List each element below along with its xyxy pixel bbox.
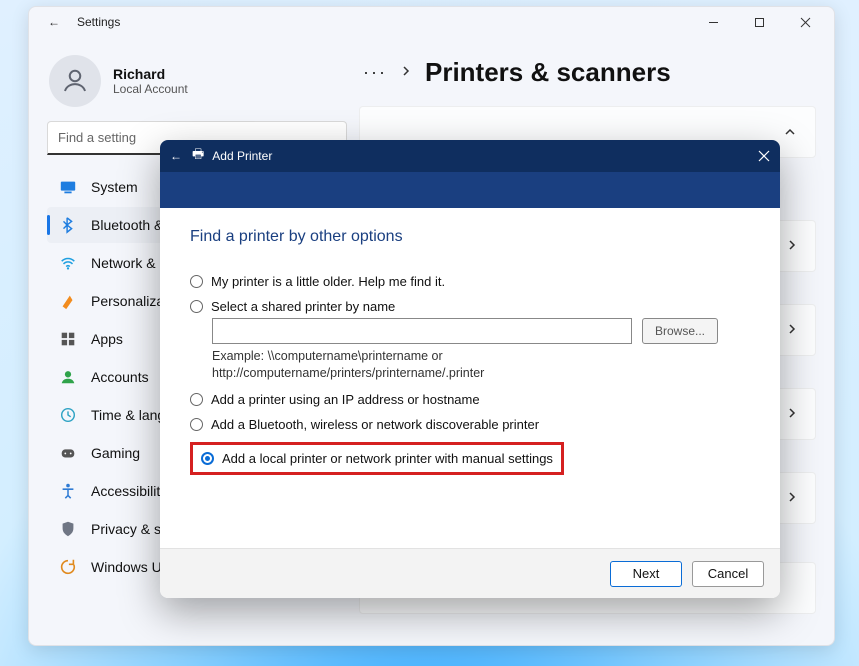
highlighted-option: Add a local printer or network printer w… (190, 442, 564, 475)
chevron-right-icon (787, 490, 797, 506)
chevron-up-icon (783, 125, 797, 139)
dialog-active-bar (160, 172, 780, 208)
sidebar-item-label: Apps (91, 331, 123, 347)
option-ip-address-label: Add a printer using an IP address or hos… (211, 392, 480, 407)
page-title: Printers & scanners (425, 57, 671, 88)
browse-button[interactable]: Browse... (642, 318, 718, 344)
accounts-icon (59, 368, 77, 386)
privacy-icon (59, 520, 77, 538)
sidebar-item-label: Accessibility (91, 483, 167, 499)
sidebar-item-label: Accounts (91, 369, 149, 385)
option-older-printer-label: My printer is a little older. Help me fi… (211, 274, 445, 289)
sidebar-item-label: Bluetooth & (91, 217, 163, 233)
system-icon (59, 178, 77, 196)
avatar (49, 55, 101, 107)
dialog-titlebar: ← 🖶 Add Printer (160, 140, 780, 172)
chevron-right-icon (787, 322, 797, 338)
bluetooth-icon (59, 216, 77, 234)
option-bluetooth-wireless[interactable]: Add a Bluetooth, wireless or network dis… (190, 417, 750, 432)
titlebar: ← Settings (29, 7, 834, 37)
personal-icon (59, 292, 77, 310)
sidebar-item-label: Network & i (91, 255, 163, 271)
breadcrumb-more[interactable]: ··· (363, 62, 387, 83)
option-older-printer[interactable]: My printer is a little older. Help me fi… (190, 274, 750, 289)
radio-icon[interactable] (190, 275, 203, 288)
shared-example-text: Example: \\computername\printername or h… (212, 348, 750, 382)
radio-icon[interactable] (190, 300, 203, 313)
chevron-right-icon (401, 64, 411, 82)
search-placeholder: Find a setting (58, 130, 136, 145)
breadcrumb: ··· Printers & scanners (359, 57, 816, 88)
back-button[interactable]: ← (43, 15, 65, 29)
dialog-heading: Find a printer by other options (190, 228, 750, 246)
window-title: Settings (77, 15, 120, 29)
radio-icon[interactable] (190, 418, 203, 431)
apps-icon (59, 330, 77, 348)
option-local-manual[interactable]: Add a local printer or network printer w… (201, 451, 553, 466)
sidebar-item-label: Privacy & se (91, 521, 169, 537)
sidebar-item-label: Gaming (91, 445, 140, 461)
gaming-icon (59, 444, 77, 462)
wifi-icon (59, 254, 77, 272)
cancel-button[interactable]: Cancel (692, 561, 764, 587)
option-shared-printer[interactable]: Select a shared printer by name (190, 299, 750, 314)
dialog-body: Find a printer by other options My print… (160, 208, 780, 548)
radio-icon[interactable] (190, 393, 203, 406)
dialog-title: Add Printer (212, 149, 272, 163)
add-printer-dialog: ← 🖶 Add Printer Find a printer by other … (160, 140, 780, 598)
option-shared-printer-label: Select a shared printer by name (211, 299, 395, 314)
chevron-right-icon (787, 238, 797, 254)
access-icon (59, 482, 77, 500)
time-icon (59, 406, 77, 424)
sidebar-item-label: System (91, 179, 138, 195)
shared-printer-name-input[interactable] (212, 318, 632, 344)
chevron-right-icon (787, 406, 797, 422)
maximize-button[interactable] (736, 7, 782, 37)
printer-icon: 🖶 (192, 145, 204, 167)
close-button[interactable] (782, 7, 828, 37)
account-name: Richard (113, 66, 188, 83)
option-bluetooth-wireless-label: Add a Bluetooth, wireless or network dis… (211, 417, 539, 432)
update-icon (59, 558, 77, 576)
radio-icon[interactable] (201, 452, 214, 465)
option-local-manual-label: Add a local printer or network printer w… (222, 451, 553, 466)
dialog-footer: Next Cancel (160, 548, 780, 598)
dialog-close-button[interactable] (748, 140, 780, 172)
minimize-button[interactable] (690, 7, 736, 37)
account-block[interactable]: Richard Local Account (47, 47, 347, 121)
account-sub: Local Account (113, 82, 188, 96)
next-button[interactable]: Next (610, 561, 682, 587)
option-ip-address[interactable]: Add a printer using an IP address or hos… (190, 392, 750, 407)
dialog-back-button[interactable]: ← (170, 149, 182, 163)
